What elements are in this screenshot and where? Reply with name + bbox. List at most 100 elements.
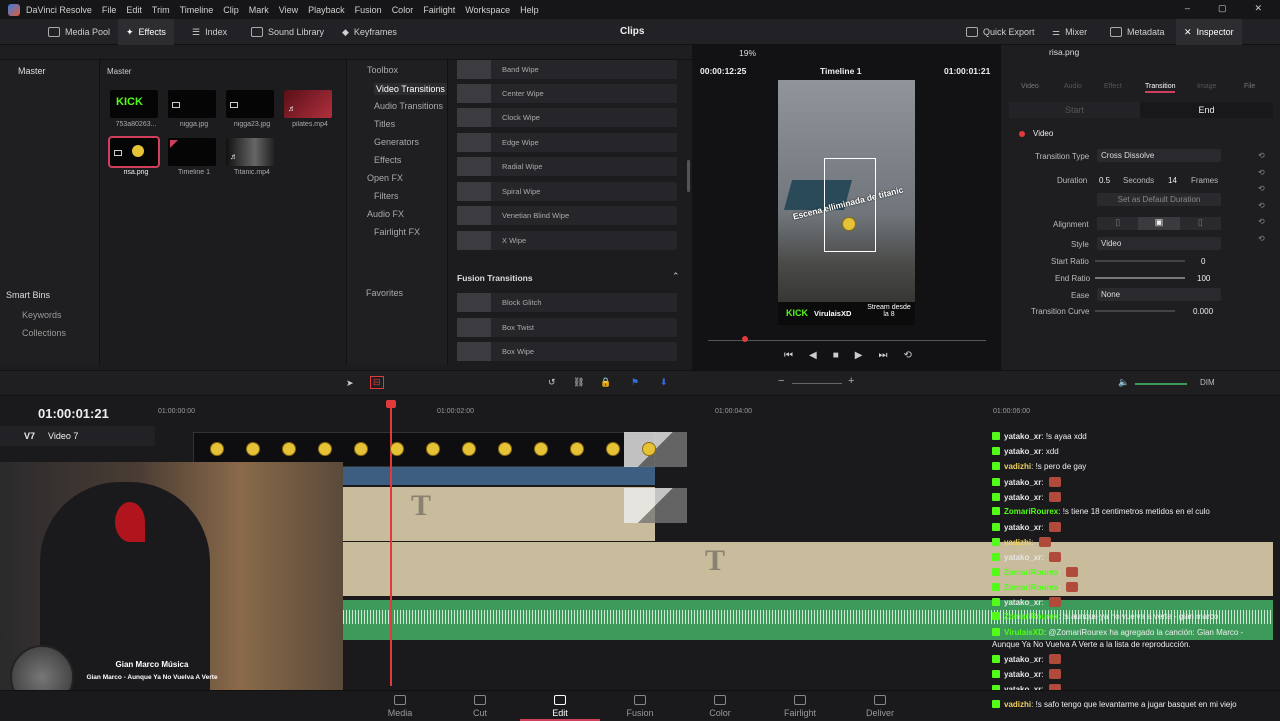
- fx-edge-wipe[interactable]: Edge Wipe: [457, 133, 677, 152]
- snapping-icon[interactable]: ↺: [548, 377, 556, 388]
- fx-clock-wipe[interactable]: Clock Wipe: [457, 108, 677, 127]
- transform-box[interactable]: [824, 158, 876, 252]
- minimize-icon[interactable]: –: [1185, 3, 1190, 14]
- end-tab[interactable]: End: [1140, 102, 1273, 118]
- enable-dot-icon[interactable]: [1019, 131, 1025, 137]
- start-tab[interactable]: Start: [1009, 102, 1140, 118]
- zoom-in-icon[interactable]: +: [848, 375, 854, 387]
- playhead-handle[interactable]: [386, 400, 396, 408]
- fx-box-twist[interactable]: Box Twist: [457, 318, 677, 337]
- fx-spiral-wipe[interactable]: Spiral Wipe: [457, 182, 677, 201]
- video-frame[interactable]: Escena elliminada de titanic KICK Virula…: [778, 80, 915, 325]
- tab-audio[interactable]: Audio: [1064, 83, 1082, 90]
- media-clip[interactable]: nigga23.jpg: [226, 90, 278, 128]
- menu-mark[interactable]: Mark: [249, 5, 269, 15]
- dim-button[interactable]: DIM: [1200, 378, 1215, 387]
- maximize-icon[interactable]: ▢: [1218, 3, 1227, 14]
- page-edit[interactable]: Edit: [520, 691, 600, 721]
- fx-block-glitch[interactable]: Block Glitch: [457, 293, 677, 312]
- link-icon[interactable]: ⛓: [573, 377, 584, 388]
- go-to-start-icon[interactable]: ⏮: [784, 350, 793, 361]
- fx-x-wipe[interactable]: X Wipe: [457, 231, 677, 250]
- zoom-level[interactable]: 19%: [739, 48, 756, 58]
- fx-effects[interactable]: Effects: [374, 155, 401, 165]
- start-ratio-slider[interactable]: [1095, 260, 1185, 262]
- media-clip[interactable]: KICK 753a80263...: [110, 90, 162, 128]
- page-media[interactable]: Media: [360, 691, 440, 721]
- menu-edit[interactable]: Edit: [126, 5, 142, 15]
- style-dropdown[interactable]: Video: [1097, 237, 1221, 250]
- fx-open-fx[interactable]: Open FX: [367, 173, 403, 183]
- media-pool-button[interactable]: Media Pool: [40, 19, 118, 45]
- page-color[interactable]: Color: [680, 691, 760, 721]
- menu-help[interactable]: Help: [520, 5, 539, 15]
- effects-scrollbar[interactable]: [687, 160, 690, 192]
- menu-trim[interactable]: Trim: [152, 5, 170, 15]
- fx-audio-fx[interactable]: Audio FX: [367, 209, 404, 219]
- align-start-icon[interactable]: ▯: [1097, 217, 1138, 230]
- fusion-transitions-header[interactable]: Fusion Transitions: [457, 273, 533, 283]
- menu-playback[interactable]: Playback: [308, 5, 345, 15]
- alignment-selector[interactable]: ▯ ▣ ▯: [1097, 217, 1221, 230]
- menu-color[interactable]: Color: [392, 5, 414, 15]
- page-cut[interactable]: Cut: [440, 691, 520, 721]
- transition-type-dropdown[interactable]: Cross Dissolve: [1097, 149, 1221, 162]
- play-icon[interactable]: ▶: [855, 350, 863, 361]
- quick-export-button[interactable]: Quick Export: [958, 19, 1043, 45]
- fx-favorites[interactable]: Favorites: [366, 288, 403, 298]
- fx-box-wipe[interactable]: Box Wipe: [457, 342, 677, 361]
- menu-timeline[interactable]: Timeline: [180, 5, 214, 15]
- ease-dropdown[interactable]: None: [1097, 288, 1221, 301]
- reset-icon[interactable]: ⟲: [1258, 214, 1265, 231]
- index-button[interactable]: ☰ Index: [184, 19, 235, 45]
- fx-fairlight-fx[interactable]: Fairlight FX: [374, 227, 420, 237]
- scrubber-bar[interactable]: [708, 340, 986, 341]
- effects-button[interactable]: ✦ Effects: [118, 19, 174, 45]
- menu-file[interactable]: File: [102, 5, 117, 15]
- fx-audio-transitions[interactable]: Audio Transitions: [374, 101, 443, 111]
- smart-bin-keywords[interactable]: Keywords: [22, 310, 62, 320]
- tab-transition[interactable]: Transition: [1145, 83, 1176, 93]
- close-icon[interactable]: ✕: [1254, 3, 1262, 14]
- timeline-name[interactable]: Timeline 1: [820, 66, 861, 76]
- inspector-button[interactable]: ✕ Inspector: [1176, 19, 1242, 45]
- media-clip-selected[interactable]: risa.png: [108, 136, 162, 176]
- volume-icon[interactable]: 🔈: [1118, 377, 1129, 388]
- volume-slider[interactable]: [1135, 383, 1187, 385]
- scrubber-playhead[interactable]: [742, 336, 748, 342]
- loop-icon[interactable]: ⟲: [903, 350, 911, 361]
- media-clip[interactable]: ♬ pilates.mp4: [284, 90, 336, 128]
- transition-curve-slider[interactable]: [1095, 310, 1175, 312]
- media-clip[interactable]: nigga.jpg: [168, 90, 220, 128]
- go-to-end-icon[interactable]: ⏭: [878, 350, 887, 361]
- tab-effect[interactable]: Effect: [1104, 83, 1122, 90]
- page-fairlight[interactable]: Fairlight: [760, 691, 840, 721]
- keyframes-button[interactable]: ◆ Keyframes: [334, 19, 405, 45]
- flag-icon[interactable]: ⚑: [631, 377, 639, 388]
- fx-band-wipe[interactable]: Band Wipe: [457, 60, 677, 79]
- menu-workspace[interactable]: Workspace: [465, 5, 510, 15]
- track-name[interactable]: Video 7: [48, 431, 78, 441]
- tab-video[interactable]: Video: [1021, 83, 1039, 90]
- end-ratio-slider[interactable]: [1095, 277, 1185, 279]
- lock-icon[interactable]: 🔒: [600, 377, 611, 388]
- duration-seconds-field[interactable]: 0.5: [1099, 176, 1110, 185]
- title-clip-long[interactable]: T: [343, 542, 1273, 596]
- sound-library-button[interactable]: Sound Library: [243, 19, 332, 45]
- reset-icon[interactable]: ⟲: [1258, 198, 1265, 215]
- set-default-duration-button[interactable]: Set as Default Duration: [1097, 193, 1221, 206]
- collapse-icon[interactable]: ⌃: [672, 271, 680, 282]
- reset-icon[interactable]: ⟲: [1258, 231, 1265, 248]
- align-center-icon[interactable]: ▣: [1138, 217, 1180, 230]
- media-clip[interactable]: ♬ Titanic.mp4: [226, 138, 278, 176]
- fx-titles[interactable]: Titles: [374, 119, 395, 129]
- reset-icon[interactable]: ⟲: [1258, 181, 1265, 198]
- zoom-slider[interactable]: [792, 383, 842, 384]
- bin-master[interactable]: Master: [18, 66, 46, 76]
- tab-image[interactable]: Image: [1197, 83, 1216, 90]
- metadata-button[interactable]: Metadata: [1102, 19, 1173, 45]
- fx-toolbox[interactable]: Toolbox: [367, 65, 398, 75]
- fx-generators[interactable]: Generators: [374, 137, 419, 147]
- play-reverse-icon[interactable]: ◀: [809, 350, 817, 361]
- transition-curve-value[interactable]: 0.000: [1193, 307, 1213, 316]
